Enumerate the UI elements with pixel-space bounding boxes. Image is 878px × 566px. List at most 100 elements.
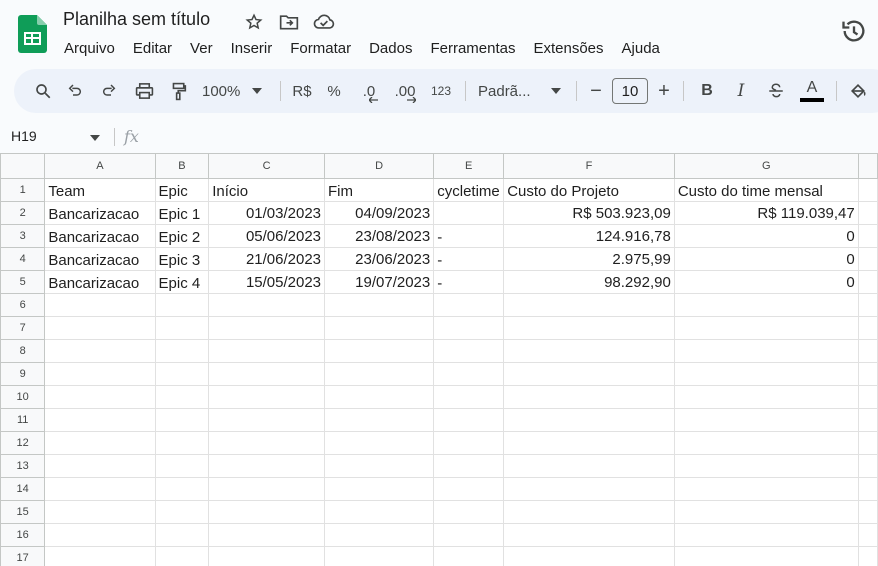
move-to-folder-icon[interactable] [277,11,301,33]
cell-e4[interactable]: - [433,247,505,271]
column-header-g[interactable]: G [673,153,859,179]
version-history-icon[interactable] [840,17,868,45]
paint-format-icon[interactable] [162,76,196,106]
row-header[interactable]: 10 [0,385,46,409]
cell-e12[interactable] [433,431,505,455]
cell-e13[interactable] [433,454,505,478]
cell-a16[interactable] [44,523,156,547]
cell-c11[interactable] [208,408,326,432]
cell-f10[interactable] [503,385,675,409]
cell-d15[interactable] [324,500,435,524]
cell-a14[interactable] [44,477,156,501]
menu-ver[interactable]: Ver [181,38,222,59]
cell-b16[interactable] [154,523,210,547]
row-header[interactable]: 1 [0,178,46,202]
cell-a1[interactable]: Team [44,178,156,202]
menu-editar[interactable]: Editar [124,38,181,59]
cell-c2[interactable]: 01/03/2023 [208,201,326,225]
cell-h8[interactable] [857,339,878,363]
cell-e3[interactable]: - [433,224,505,248]
sheets-logo-icon[interactable] [18,15,47,53]
menu-ajuda[interactable]: Ajuda [613,38,669,59]
cell-d8[interactable] [324,339,435,363]
cell-f13[interactable] [503,454,675,478]
cell-f1[interactable]: Custo do Projeto [503,178,675,202]
column-header-a[interactable]: A [44,153,156,179]
row-header[interactable]: 11 [0,408,46,432]
star-icon[interactable] [242,11,266,33]
menu-extensoes[interactable]: Extensões [524,38,612,59]
undo-icon[interactable] [58,76,92,106]
cell-d4[interactable]: 23/06/2023 [324,247,435,271]
cell-a10[interactable] [44,385,156,409]
cell-d3[interactable]: 23/08/2023 [324,224,435,248]
cell-h5[interactable] [857,270,878,294]
cell-e1[interactable]: cycletime [433,178,505,202]
cell-g14[interactable] [673,477,859,501]
cell-g16[interactable] [673,523,859,547]
cell-c5[interactable]: 15/05/2023 [208,270,326,294]
cell-g15[interactable] [673,500,859,524]
text-color-button[interactable]: A [794,76,830,106]
cell-e5[interactable]: - [433,270,505,294]
fill-color-icon[interactable] [843,76,873,106]
cell-g10[interactable] [673,385,859,409]
cell-c13[interactable] [208,454,326,478]
cell-c16[interactable] [208,523,326,547]
column-header-d[interactable]: D [324,153,435,179]
cell-c6[interactable] [208,293,326,317]
row-header[interactable]: 7 [0,316,46,340]
cell-b5[interactable]: Epic 4 [154,270,210,294]
decrease-decimal-button[interactable]: .0 [351,76,387,106]
cell-f5[interactable]: 98.292,90 [503,270,675,294]
cell-g6[interactable] [673,293,859,317]
print-icon[interactable] [126,76,162,106]
cell-d10[interactable] [324,385,435,409]
cell-c15[interactable] [208,500,326,524]
font-size-input[interactable]: 10 [612,78,648,104]
cell-g7[interactable] [673,316,859,340]
cell-b14[interactable] [154,477,210,501]
row-header[interactable]: 8 [0,339,46,363]
cell-f9[interactable] [503,362,675,386]
cell-g13[interactable] [673,454,859,478]
cell-b15[interactable] [154,500,210,524]
cell-d14[interactable] [324,477,435,501]
cell-c9[interactable] [208,362,326,386]
cell-h9[interactable] [857,362,878,386]
column-header-c[interactable]: C [208,153,326,179]
row-header[interactable]: 3 [0,224,46,248]
cell-c12[interactable] [208,431,326,455]
cell-a12[interactable] [44,431,156,455]
redo-icon[interactable] [92,76,126,106]
row-header[interactable]: 5 [0,270,46,294]
cell-g12[interactable] [673,431,859,455]
cell-a3[interactable]: Bancarizacao [44,224,156,248]
cell-e9[interactable] [433,362,505,386]
cell-a2[interactable]: Bancarizacao [44,201,156,225]
cell-e17[interactable] [433,546,505,566]
name-box[interactable]: H19 [11,128,37,144]
cell-h1[interactable] [857,178,878,202]
cell-b9[interactable] [154,362,210,386]
row-header[interactable]: 6 [0,293,46,317]
cell-h13[interactable] [857,454,878,478]
column-header-f[interactable]: F [503,153,675,179]
menu-arquivo[interactable]: Arquivo [55,38,124,59]
italic-button[interactable]: I [724,76,758,106]
cell-e15[interactable] [433,500,505,524]
more-formats-button[interactable]: 123 [423,76,459,106]
column-header-e[interactable]: E [433,153,505,179]
cell-e7[interactable] [433,316,505,340]
row-header[interactable]: 14 [0,477,46,501]
search-menus-icon[interactable] [28,76,58,106]
cell-a13[interactable] [44,454,156,478]
row-header[interactable]: 2 [0,201,46,225]
cell-c8[interactable] [208,339,326,363]
cell-h3[interactable] [857,224,878,248]
cell-e6[interactable] [433,293,505,317]
cell-a9[interactable] [44,362,156,386]
row-header[interactable]: 4 [0,247,46,271]
cell-a6[interactable] [44,293,156,317]
cell-d1[interactable]: Fim [324,178,435,202]
